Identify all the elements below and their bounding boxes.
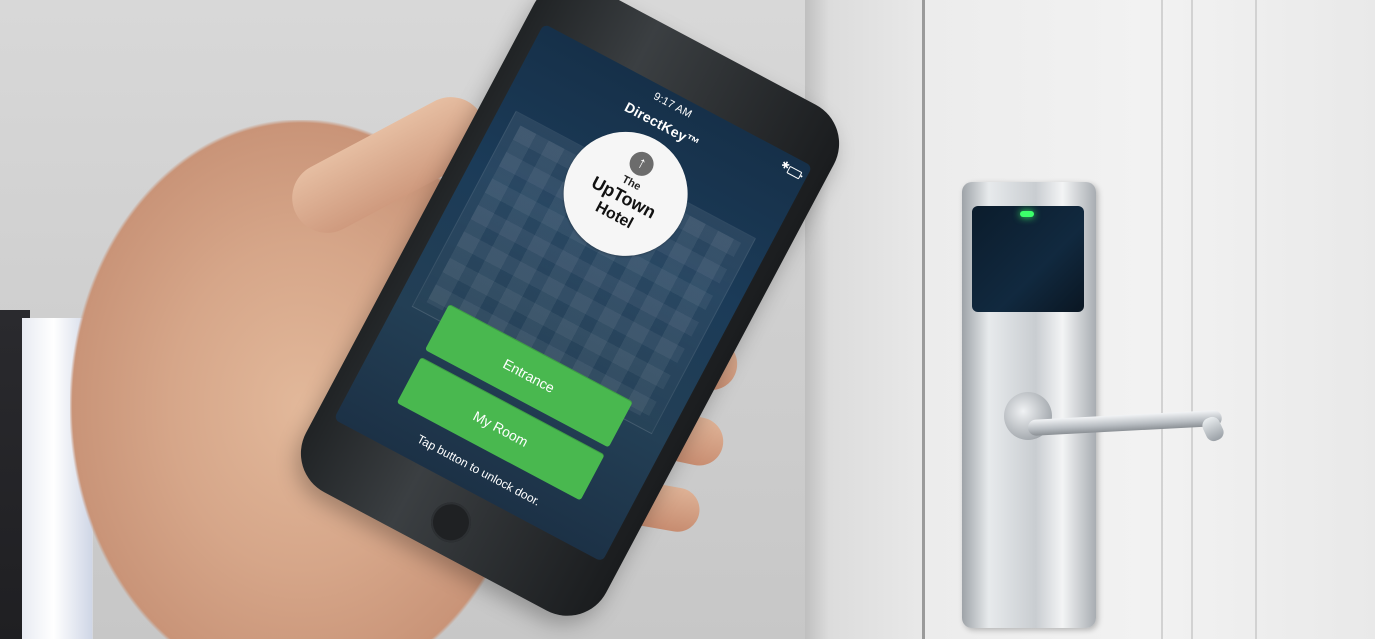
door-groove xyxy=(1161,0,1163,639)
door-edge xyxy=(805,0,925,639)
lock-status-led xyxy=(1020,211,1034,217)
door-groove xyxy=(1255,0,1257,639)
photo-scene: 9:17 AM ✱ DirectKey™ ↑ The UpTown Hotel … xyxy=(0,0,1375,639)
door-lock-reader xyxy=(972,206,1084,312)
door-groove xyxy=(1191,0,1193,639)
smartphone: 9:17 AM ✱ DirectKey™ ↑ The UpTown Hotel … xyxy=(285,0,855,632)
